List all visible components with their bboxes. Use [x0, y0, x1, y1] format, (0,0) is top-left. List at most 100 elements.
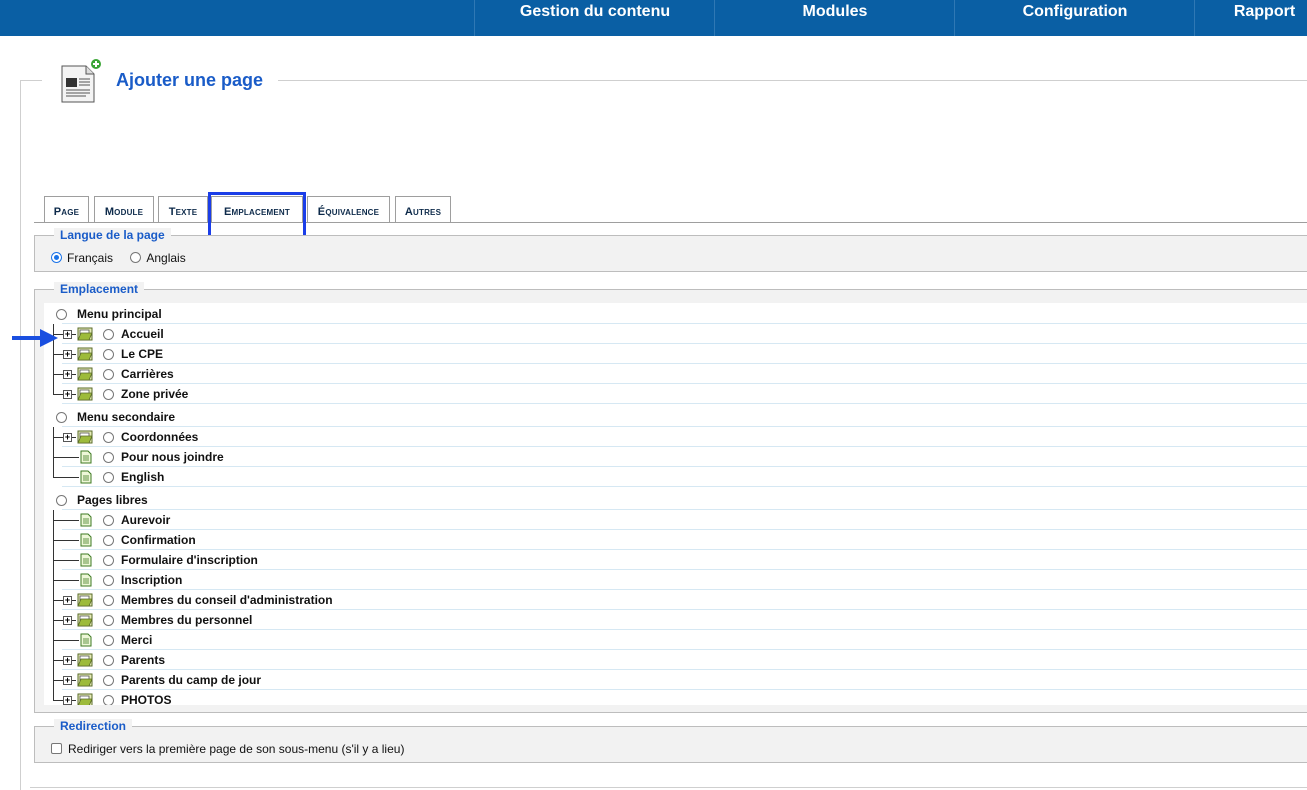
tree-branch-line [72, 374, 76, 375]
redirect-checkbox-label: Rediriger vers la première page de son s… [68, 741, 405, 756]
group-radio[interactable] [56, 495, 67, 506]
group-radio[interactable] [56, 309, 67, 320]
active-tab-highlight [208, 192, 306, 239]
node-radio[interactable] [103, 452, 114, 463]
expand-toggle-icon[interactable]: + [63, 696, 72, 705]
expand-toggle-icon[interactable]: + [63, 656, 72, 665]
node-radio[interactable] [103, 695, 114, 705]
page-icon [80, 633, 92, 647]
node-radio[interactable] [103, 635, 114, 646]
node-radio[interactable] [103, 349, 114, 360]
node-label[interactable]: Accueil [121, 327, 164, 341]
tab-autres[interactable]: Autres [395, 196, 451, 222]
group-label: Pages libres [77, 493, 148, 507]
nav-gestion-du-contenu[interactable]: Gestion du contenu [474, 0, 715, 36]
frame-border [20, 80, 21, 790]
tree-branch-line [72, 394, 76, 395]
expand-toggle-icon[interactable]: + [63, 370, 72, 379]
node-label[interactable]: Membres du personnel [121, 613, 252, 627]
tree-branch-line [53, 620, 63, 621]
folder-icon [77, 673, 93, 687]
node-label[interactable]: Merci [121, 633, 152, 647]
expand-toggle-icon[interactable]: + [63, 330, 72, 339]
folder-icon [77, 347, 93, 361]
tab-texte[interactable]: Texte [158, 196, 208, 222]
node-label[interactable]: PHOTOS [121, 693, 171, 705]
tree-branch-line [53, 560, 79, 561]
node-label[interactable]: Inscription [121, 573, 182, 587]
nav-configuration[interactable]: Configuration [954, 0, 1195, 36]
tree-group-row: Menu principal [44, 304, 1307, 324]
tree-branch-line [53, 437, 63, 438]
tree-item-row: + Le CPE [44, 344, 1307, 364]
add-page-icon [61, 58, 102, 103]
node-radio[interactable] [103, 515, 114, 526]
group-radio[interactable] [56, 412, 67, 423]
node-radio[interactable] [103, 575, 114, 586]
radio-francais[interactable] [51, 252, 62, 264]
tab-module[interactable]: Module [94, 196, 154, 222]
folder-icon [77, 430, 93, 444]
language-fieldset [34, 235, 1307, 272]
expand-toggle-icon[interactable]: + [63, 350, 72, 359]
tree-item-row: + Accueil [44, 324, 1307, 344]
node-radio[interactable] [103, 329, 114, 340]
node-radio[interactable] [103, 472, 114, 483]
expand-toggle-icon[interactable]: + [63, 616, 72, 625]
tree-item-row: Formulaire d'inscription [44, 550, 1307, 570]
tree-branch-line [53, 600, 63, 601]
node-radio[interactable] [103, 675, 114, 686]
folder-icon [77, 367, 93, 381]
tree-branch-line [53, 580, 79, 581]
node-radio[interactable] [103, 535, 114, 546]
page-icon [80, 533, 92, 547]
tree-branch-line [53, 520, 79, 521]
node-radio[interactable] [103, 432, 114, 443]
node-label[interactable]: Le CPE [121, 347, 163, 361]
location-tree: Menu principal + Accueil + Le CPE + Carrières +… [44, 303, 1307, 705]
expand-toggle-icon[interactable]: + [63, 390, 72, 399]
frame-border [20, 80, 42, 81]
expand-toggle-icon[interactable]: + [63, 596, 72, 605]
node-label[interactable]: Formulaire d'inscription [121, 553, 258, 567]
tree-branch-line [53, 394, 63, 395]
node-label[interactable]: Coordonnées [121, 430, 198, 444]
node-radio[interactable] [103, 655, 114, 666]
node-label[interactable]: English [121, 470, 164, 484]
tab-equivalence[interactable]: Équivalence [307, 196, 390, 222]
radio-anglais[interactable] [130, 252, 142, 264]
node-label[interactable]: Confirmation [121, 533, 196, 547]
node-radio[interactable] [103, 555, 114, 566]
tree-item-row: + Membres du conseil d'administration [44, 590, 1307, 610]
tree-item-row: + Carrières [44, 364, 1307, 384]
tab-page[interactable]: Page [44, 196, 89, 222]
node-label[interactable]: Parents du camp de jour [121, 673, 261, 687]
frame-border [278, 80, 1307, 81]
node-label[interactable]: Zone privée [121, 387, 188, 401]
tree-branch-line [72, 660, 76, 661]
redirect-checkbox[interactable] [51, 743, 62, 755]
expand-toggle-icon[interactable]: + [63, 676, 72, 685]
nav-rapport[interactable]: Rapport [1194, 0, 1307, 36]
tree-item-row: Inscription [44, 570, 1307, 590]
node-label[interactable]: Pour nous joindre [121, 450, 224, 464]
node-label[interactable]: Aurevoir [121, 513, 170, 527]
location-legend: Emplacement [54, 282, 145, 296]
page-icon [80, 513, 92, 527]
expand-toggle-icon[interactable]: + [63, 433, 72, 442]
tree-item-row: Aurevoir [44, 510, 1307, 530]
folder-icon [77, 613, 93, 627]
node-radio[interactable] [103, 595, 114, 606]
node-radio[interactable] [103, 369, 114, 380]
tree-item-row: Pour nous joindre [44, 447, 1307, 467]
nav-modules[interactable]: Modules [714, 0, 955, 36]
node-label[interactable]: Carrières [121, 367, 174, 381]
node-radio[interactable] [103, 389, 114, 400]
node-label[interactable]: Membres du conseil d'administration [121, 593, 333, 607]
row-separator [62, 486, 1307, 487]
radio-francais-label: Français [67, 250, 114, 265]
node-label[interactable]: Parents [121, 653, 165, 667]
page-icon [80, 573, 92, 587]
tree-branch-line [72, 600, 76, 601]
node-radio[interactable] [103, 615, 114, 626]
